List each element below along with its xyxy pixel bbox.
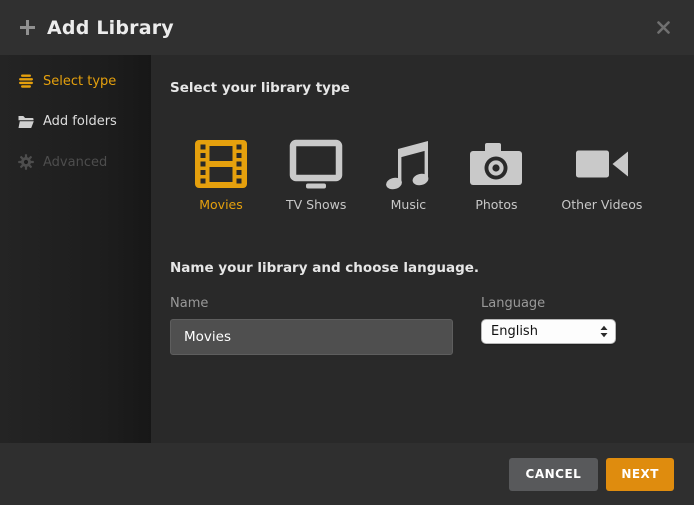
dialog-header: Add Library (0, 0, 694, 55)
sidebar: Select type Add folders (0, 55, 151, 443)
sidebar-item-label: Add folders (43, 114, 117, 129)
library-type-photos[interactable]: Photos (470, 136, 522, 212)
language-selected-value: English (491, 324, 538, 339)
library-type-label: Photos (475, 197, 517, 212)
library-type-label: TV Shows (286, 197, 346, 212)
library-type-movies[interactable]: Movies (195, 136, 247, 212)
video-camera-icon (576, 136, 628, 191)
library-type-row: Movies TV Shows (195, 136, 674, 212)
dialog-footer: CANCEL NEXT (0, 443, 694, 505)
library-type-music[interactable]: Music (385, 136, 431, 212)
film-icon (195, 136, 247, 191)
sidebar-item-add-folders[interactable]: Add folders (0, 104, 151, 139)
next-button[interactable]: NEXT (606, 458, 674, 491)
library-type-label: Other Videos (561, 197, 642, 212)
folder-icon (18, 115, 34, 129)
main-panel: Select your library type (151, 55, 694, 443)
section-title: Select your library type (170, 80, 674, 96)
gear-icon (18, 154, 34, 170)
cancel-button[interactable]: CANCEL (509, 458, 599, 491)
sidebar-item-advanced[interactable]: Advanced (0, 144, 151, 180)
library-type-tv-shows[interactable]: TV Shows (286, 136, 346, 212)
library-type-other-videos[interactable]: Other Videos (561, 136, 642, 212)
language-field-label: Language (481, 296, 616, 311)
camera-icon (470, 136, 522, 191)
music-note-icon (385, 136, 431, 191)
library-type-label: Movies (199, 197, 243, 212)
library-name-input[interactable] (170, 319, 453, 355)
sidebar-item-label: Advanced (43, 155, 107, 170)
close-icon[interactable] (653, 17, 674, 38)
fields-row: Name Language English (170, 296, 674, 355)
name-section-title: Name your library and choose language. (170, 260, 674, 276)
add-library-dialog: Add Library Select type (0, 0, 694, 505)
sidebar-item-select-type[interactable]: Select type (0, 63, 151, 99)
list-icon (18, 73, 34, 89)
sidebar-item-label: Select type (43, 74, 116, 89)
stepper-arrows-icon (598, 324, 610, 339)
tv-icon (289, 136, 343, 191)
plus-icon (20, 20, 35, 35)
language-select[interactable]: English (481, 319, 616, 344)
library-type-label: Music (391, 197, 427, 212)
dialog-title: Add Library (47, 17, 174, 39)
name-field-label: Name (170, 296, 453, 311)
